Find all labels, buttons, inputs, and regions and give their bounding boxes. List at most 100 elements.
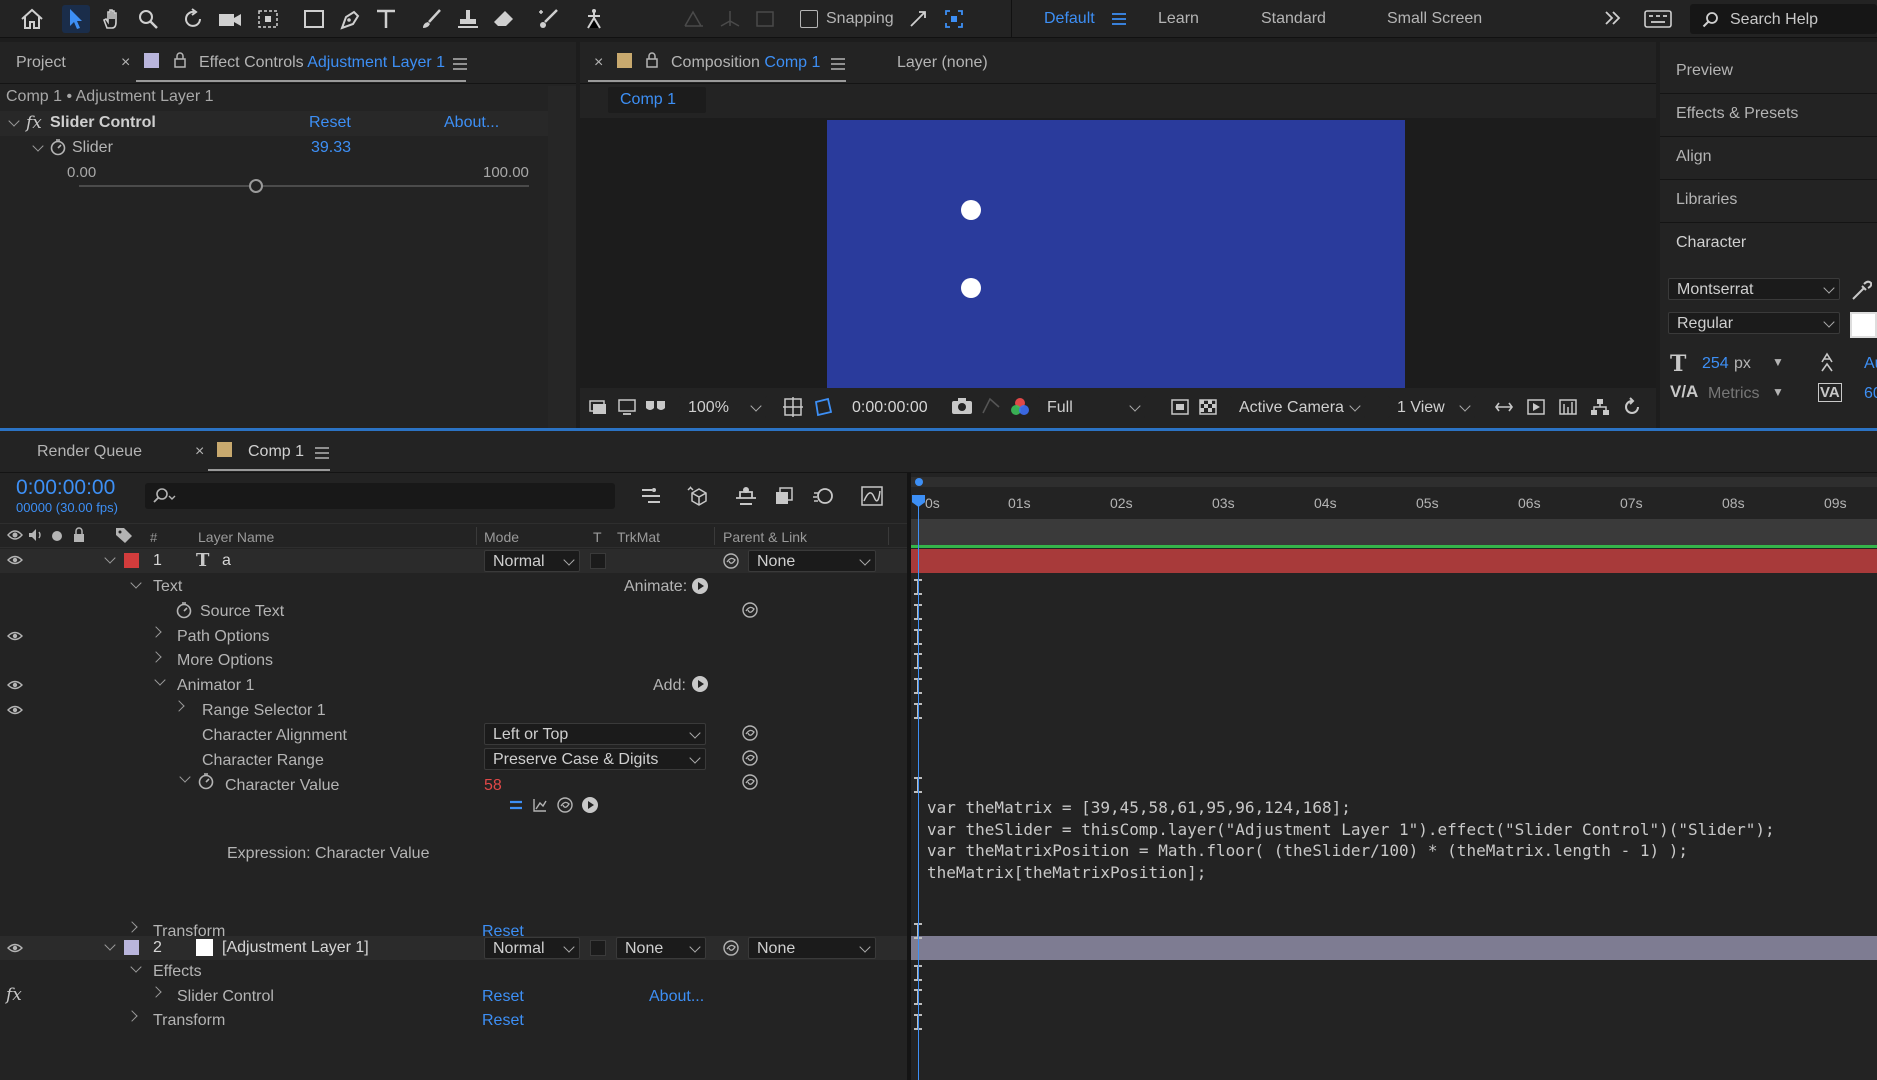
animate-menu-icon[interactable] bbox=[692, 578, 708, 594]
slider-control-about[interactable]: About... bbox=[649, 988, 704, 1006]
expression-pickwhip-icon[interactable] bbox=[556, 796, 574, 814]
workspace-menu-icon[interactable] bbox=[1112, 13, 1126, 25]
layer-1-parent-dropdown[interactable]: None bbox=[748, 550, 876, 572]
layer-2-mode-dropdown[interactable]: Normal bbox=[484, 937, 580, 959]
zoom-tool-icon[interactable] bbox=[134, 5, 162, 33]
selection-tool-icon[interactable] bbox=[62, 5, 90, 33]
kerning-value[interactable]: Metrics bbox=[1708, 385, 1760, 403]
timeline-menu-icon[interactable] bbox=[315, 447, 329, 459]
show-snapshot-icon[interactable] bbox=[980, 396, 1002, 416]
expand-range-selector-icon[interactable] bbox=[173, 700, 185, 712]
expand-slider-control-icon[interactable] bbox=[150, 986, 162, 998]
scrollbar[interactable] bbox=[548, 86, 576, 428]
layer-2-label-swatch[interactable] bbox=[124, 940, 139, 955]
layer-2-pickwhip-icon[interactable] bbox=[722, 939, 740, 957]
eyedropper-icon[interactable] bbox=[1850, 280, 1872, 302]
char-alignment-dropdown[interactable]: Left or Top bbox=[484, 723, 706, 745]
font-size-dropdown-icon[interactable]: ▼ bbox=[1772, 355, 1784, 369]
expand-animator-icon[interactable] bbox=[154, 674, 166, 686]
tab-layer[interactable]: Layer (none) bbox=[897, 54, 988, 72]
char-range-pickwhip-icon[interactable] bbox=[741, 749, 759, 767]
kerning-dropdown-icon[interactable]: ▼ bbox=[1772, 385, 1784, 399]
comp-menu-icon[interactable] bbox=[831, 58, 845, 70]
time-ruler[interactable]: 0s 01s 02s 03s 04s 05s 06s 07s 08s 09s bbox=[911, 489, 1877, 519]
flowchart-icon[interactable] bbox=[1590, 398, 1610, 416]
snap-expand-icon[interactable] bbox=[940, 5, 968, 33]
panel-preview[interactable]: Preview bbox=[1676, 62, 1733, 80]
panel-libraries[interactable]: Libraries bbox=[1676, 191, 1737, 209]
snap-edge-icon[interactable] bbox=[904, 5, 932, 33]
stopwatch-icon[interactable] bbox=[49, 138, 67, 156]
channel-rgb-icon[interactable] bbox=[1009, 396, 1031, 418]
fx-icon[interactable]: fx bbox=[6, 985, 22, 1005]
layer-2-parent-dropdown[interactable]: None bbox=[748, 937, 876, 959]
tracking-value[interactable]: 60 bbox=[1864, 385, 1877, 403]
source-text-stopwatch-icon[interactable] bbox=[175, 601, 193, 619]
layer-1-name[interactable]: a bbox=[222, 552, 231, 570]
path-options-eye-icon[interactable] bbox=[7, 631, 23, 641]
motion-blur-icon[interactable] bbox=[812, 485, 834, 507]
close-tab-icon[interactable]: × bbox=[121, 54, 130, 72]
region-of-interest-icon[interactable] bbox=[1170, 398, 1190, 416]
tab-project[interactable]: Project bbox=[16, 54, 66, 72]
draft-3d-icon[interactable] bbox=[686, 485, 712, 507]
expand-transform-1-icon[interactable] bbox=[126, 921, 138, 933]
frame-blending-icon[interactable] bbox=[774, 486, 796, 506]
panel-align[interactable]: Align bbox=[1676, 148, 1712, 166]
pan-behind-tool-icon[interactable] bbox=[254, 5, 282, 33]
expression-enable-icon[interactable] bbox=[509, 799, 523, 811]
transform-2-reset[interactable]: Reset bbox=[482, 1012, 524, 1030]
tab-timeline-comp[interactable]: Comp 1 bbox=[248, 443, 304, 461]
eraser-tool-icon[interactable] bbox=[490, 5, 518, 33]
layer-2-name[interactable]: [Adjustment Layer 1] bbox=[222, 939, 369, 957]
slider-value[interactable]: 39.33 bbox=[311, 139, 351, 157]
pen-tool-icon[interactable] bbox=[336, 5, 364, 33]
expression-graph-icon[interactable] bbox=[532, 797, 548, 813]
fx-icon[interactable]: fx bbox=[26, 113, 42, 133]
panel-menu-icon[interactable] bbox=[453, 58, 467, 70]
layer-2-eye-icon[interactable] bbox=[7, 943, 23, 953]
work-area-start-handle[interactable] bbox=[915, 478, 923, 486]
char-value-pickwhip-icon[interactable] bbox=[741, 773, 759, 791]
clone-stamp-tool-icon[interactable] bbox=[454, 5, 482, 33]
comp-lock-icon[interactable] bbox=[645, 52, 659, 68]
workspace-learn[interactable]: Learn bbox=[1158, 10, 1199, 28]
brush-tool-icon[interactable] bbox=[418, 5, 446, 33]
layer-2-trkmat-dropdown[interactable]: None bbox=[616, 937, 706, 959]
transparency-grid-icon[interactable] bbox=[1198, 398, 1218, 416]
expand-transform-2-icon[interactable] bbox=[126, 1010, 138, 1022]
workspace-default[interactable]: Default bbox=[1044, 10, 1095, 28]
expand-text-icon[interactable] bbox=[130, 577, 142, 589]
expand-slider-icon[interactable] bbox=[32, 140, 44, 152]
playhead-line[interactable] bbox=[918, 503, 919, 1080]
reset-exposure-icon[interactable] bbox=[1622, 397, 1642, 417]
expand-effects-icon[interactable] bbox=[130, 961, 142, 973]
hand-tool-icon[interactable] bbox=[98, 5, 126, 33]
animator-eye-icon[interactable] bbox=[7, 680, 23, 690]
search-help-field[interactable]: Search Help bbox=[1690, 4, 1877, 34]
expand-more-options-icon[interactable] bbox=[150, 651, 162, 663]
font-style-dropdown[interactable]: Regular bbox=[1668, 312, 1840, 334]
expression-language-menu-icon[interactable] bbox=[582, 797, 598, 813]
font-family-dropdown[interactable]: Montserrat bbox=[1668, 278, 1840, 300]
current-time[interactable]: 0:00:00:00 bbox=[16, 476, 115, 500]
panel-effects-presets[interactable]: Effects & Presets bbox=[1676, 105, 1798, 123]
rotation-tool-icon[interactable] bbox=[180, 5, 208, 33]
tab-render-queue[interactable]: Render Queue bbox=[37, 443, 142, 461]
slider-thumb[interactable] bbox=[248, 179, 263, 193]
effect-reset-link[interactable]: Reset bbox=[309, 114, 351, 132]
workspace-standard[interactable]: Standard bbox=[1261, 10, 1326, 28]
expression-editor[interactable]: var theMatrix = [39,45,58,61,95,96,124,1… bbox=[927, 797, 1872, 883]
close-comp-tab-icon[interactable]: × bbox=[594, 54, 603, 72]
type-tool-icon[interactable] bbox=[372, 5, 400, 33]
close-timeline-tab-icon[interactable]: × bbox=[195, 443, 204, 461]
pickwhip-icon[interactable] bbox=[722, 552, 740, 570]
slider-control-reset[interactable]: Reset bbox=[482, 988, 524, 1006]
font-size-value[interactable]: 254 bbox=[1702, 355, 1729, 373]
rectangle-tool-icon[interactable] bbox=[300, 5, 328, 33]
layer-2-duration-bar[interactable] bbox=[911, 936, 1877, 960]
view-layout-dropdown[interactable]: 1 View bbox=[1388, 396, 1476, 418]
roto-brush-tool-icon[interactable] bbox=[536, 5, 564, 33]
char-alignment-pickwhip-icon[interactable] bbox=[741, 724, 759, 742]
expand-char-value-icon[interactable] bbox=[179, 771, 191, 783]
